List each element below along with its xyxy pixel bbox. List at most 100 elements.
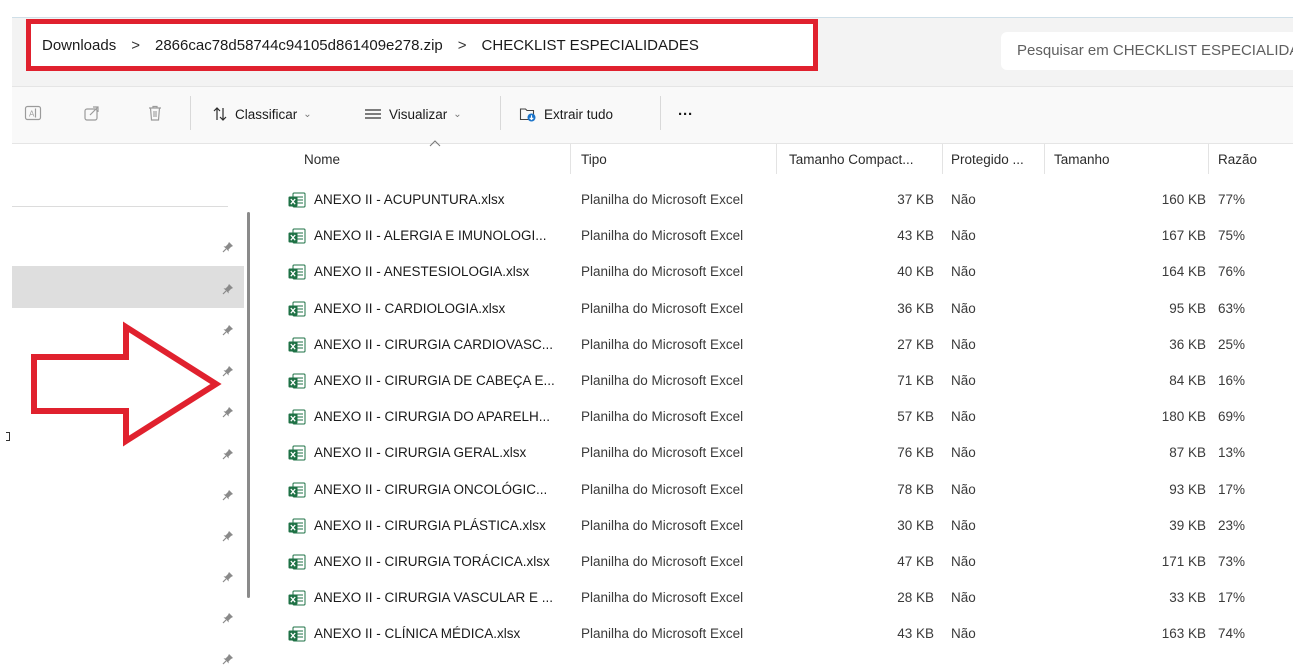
column-header-ratio[interactable]: Razão [1218, 148, 1288, 174]
breadcrumb-zip[interactable]: 2866cac78d58744c94105d861409e278.zip [155, 37, 443, 54]
file-row[interactable]: ANEXO II - CIRURGIA GERAL.xlsx Planilha d… [258, 435, 1293, 471]
column-header-type[interactable]: Tipo [581, 148, 771, 174]
file-name: ANEXO II - ANESTESIOLOGIA.xlsx [314, 264, 530, 280]
file-row[interactable]: ANEXO II - CARDIOLOGIA.xlsx Planilha do M… [258, 291, 1293, 327]
column-separator[interactable] [1044, 144, 1045, 174]
extract-all-button[interactable]: Extrair tudo [519, 103, 613, 125]
excel-file-icon [288, 409, 306, 425]
pin-icon[interactable] [222, 488, 234, 501]
file-row[interactable]: ANEXO II - ANESTESIOLOGIA.xlsx Planilha d… [258, 254, 1293, 290]
file-row[interactable]: ANEXO II - CIRURGIA PLÁSTICA.xlsx Planilh… [258, 508, 1293, 544]
file-compressed-size: 27 KB [897, 336, 934, 352]
pin-icon[interactable] [222, 240, 234, 253]
annotation-arrow-icon [31, 321, 222, 447]
file-row[interactable]: ANEXO II - ACUPUNTURA.xlsx Planilha do Mi… [258, 182, 1293, 218]
nav-scrollbar[interactable] [247, 212, 250, 598]
file-row[interactable]: ANEXO II - ALERGIA E IMUNOLOGI... Planilh… [258, 218, 1293, 254]
breadcrumb-checklist[interactable]: CHECKLIST ESPECIALIDADES [482, 37, 699, 54]
column-header-protected[interactable]: Protegido ... [951, 148, 1041, 174]
pin-icon[interactable] [222, 529, 234, 542]
file-type: Planilha do Microsoft Excel [581, 409, 744, 425]
file-compressed-size: 57 KB [897, 409, 934, 425]
file-row[interactable]: ANEXO II - CIRURGIA TORÁCICA.xlsx Planilh… [258, 544, 1293, 580]
file-size: 164 KB [1161, 264, 1206, 280]
file-row[interactable]: ANEXO II - CIRURGIA ONCOLÓGIC... Planilha… [258, 472, 1293, 508]
column-separator[interactable] [1208, 144, 1209, 174]
sort-button[interactable]: Classificar ⌄ [212, 103, 312, 125]
file-size: 87 KB [1169, 445, 1206, 461]
excel-file-icon [288, 373, 306, 389]
toolbar-separator [500, 96, 501, 130]
pin-icon[interactable] [222, 570, 234, 583]
file-name: ANEXO II - CIRURGIA GERAL.xlsx [314, 445, 527, 461]
column-separator[interactable] [776, 144, 777, 174]
file-size: 160 KB [1161, 192, 1206, 207]
excel-file-icon [288, 301, 306, 317]
file-protected: Não [951, 409, 976, 425]
file-name: ANEXO II - CIRURGIA PLÁSTICA.xlsx [314, 517, 546, 533]
file-row[interactable]: ANEXO II - CIRURGIA DO APARELH... Planilh… [258, 399, 1293, 435]
column-header-size[interactable]: Tamanho [1054, 148, 1154, 174]
file-size: 167 KB [1161, 228, 1206, 244]
file-protected: Não [951, 517, 976, 533]
delete-icon[interactable] [145, 103, 165, 123]
file-name: ANEXO II - CIRURGIA VASCULAR E ... [314, 590, 554, 606]
file-protected: Não [951, 445, 976, 461]
file-compressed-size: 71 KB [897, 373, 934, 388]
column-header-name[interactable]: Nome [304, 148, 564, 174]
file-compressed-size: 28 KB [897, 590, 934, 606]
file-name: ANEXO II - CIRURGIA TORÁCICA.xlsx [314, 554, 550, 569]
breadcrumb-downloads[interactable]: Downloads [42, 37, 116, 54]
chevron-down-icon: ⌄ [453, 108, 462, 120]
file-type: Planilha do Microsoft Excel [581, 300, 744, 316]
file-row[interactable]: ANEXO II - CLÍNICA MÉDICA.xlsx Planilha d… [258, 616, 1293, 652]
column-separator[interactable] [942, 144, 943, 174]
file-size: 180 KB [1161, 409, 1206, 425]
file-protected: Não [951, 192, 976, 207]
file-name: ANEXO II - CIRURGIA ONCOLÓGIC... [314, 481, 548, 497]
extract-icon [519, 106, 537, 122]
file-name: ANEXO II - CIRURGIA DE CABEÇA E... [314, 373, 555, 388]
more-options-button[interactable]: ··· [678, 103, 693, 125]
excel-file-icon [288, 590, 306, 606]
file-ratio: 75% [1218, 228, 1246, 244]
file-type: Planilha do Microsoft Excel [581, 373, 744, 388]
pin-icon[interactable] [222, 652, 234, 665]
file-compressed-size: 78 KB [897, 481, 934, 497]
view-icon [364, 106, 382, 122]
file-compressed-size: 76 KB [897, 445, 934, 461]
share-icon[interactable] [82, 103, 102, 123]
file-compressed-size: 36 KB [897, 300, 934, 316]
nav-divider [12, 206, 228, 207]
command-bar [12, 87, 1293, 143]
excel-file-icon [288, 626, 306, 642]
file-protected: Não [951, 590, 976, 606]
file-row[interactable]: ANEXO II - CIRURGIA CARDIOVASC... Planilh… [258, 327, 1293, 363]
file-size: 163 KB [1161, 626, 1206, 642]
file-type: Planilha do Microsoft Excel [581, 517, 744, 533]
file-ratio: 63% [1218, 300, 1246, 316]
view-button[interactable]: Visualizar ⌄ [364, 103, 462, 125]
file-ratio: 73% [1218, 554, 1246, 569]
file-row[interactable]: ANEXO II - CIRURGIA DE CABEÇA E... Planil… [258, 363, 1293, 399]
chevron-down-icon: ⌄ [303, 108, 312, 120]
rename-icon[interactable]: A [23, 103, 43, 123]
file-protected: Não [951, 554, 976, 569]
file-ratio: 17% [1218, 590, 1246, 606]
file-ratio: 69% [1218, 409, 1246, 425]
pin-icon[interactable] [222, 611, 234, 624]
column-header-compressed-size[interactable]: Tamanho Compact... [789, 148, 939, 174]
column-separator[interactable] [570, 144, 571, 174]
nav-item-selected[interactable] [12, 266, 244, 308]
excel-file-icon [288, 264, 306, 280]
file-ratio: 25% [1218, 336, 1246, 352]
file-size: 36 KB [1169, 336, 1206, 352]
file-row[interactable]: ANEXO II - CIRURGIA VASCULAR E ... Planil… [258, 580, 1293, 616]
address-bar[interactable]: Downloads > 2866cac78d58744c94105d861409… [26, 19, 818, 71]
file-ratio: 17% [1218, 481, 1246, 497]
excel-file-icon [288, 192, 306, 208]
search-input[interactable]: Pesquisar em CHECKLIST ESPECIALIDADES [1001, 32, 1293, 70]
file-ratio: 74% [1218, 626, 1246, 642]
pin-icon[interactable] [222, 282, 234, 295]
file-type: Planilha do Microsoft Excel [581, 264, 744, 280]
